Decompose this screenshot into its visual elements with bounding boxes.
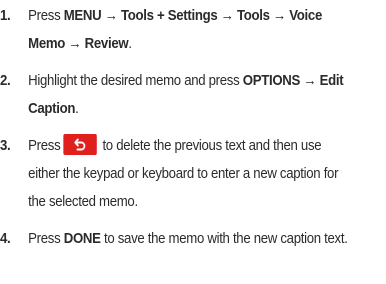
step-1: 1. Press MENU → Tools + Settings → Tools… bbox=[0, 2, 356, 58]
step-text: Press bbox=[28, 137, 61, 154]
step-text-end: to save the memo with the new caption te… bbox=[100, 230, 348, 247]
instruction-steps: 1. Press MENU → Tools + Settings → Tools… bbox=[0, 2, 386, 253]
step-3: 3. Press to delete the previous text and… bbox=[0, 132, 356, 216]
step-text-end: . bbox=[75, 100, 79, 117]
step-text-end: . bbox=[128, 35, 132, 52]
step-2: 2. Highlight the desired memo and press … bbox=[0, 67, 356, 123]
step-text: Press bbox=[28, 230, 64, 247]
step-number: 2. bbox=[0, 72, 11, 89]
back-arrow-icon bbox=[63, 134, 97, 155]
step-text: Highlight the desired memo and press bbox=[28, 72, 243, 89]
done-key-label: DONE bbox=[63, 230, 101, 247]
step-number: 1. bbox=[0, 7, 11, 24]
step-4: 4. Press DONE to save the memo with the … bbox=[0, 225, 356, 253]
step-text: Press bbox=[28, 7, 64, 24]
step-number: 4. bbox=[0, 230, 11, 247]
menu-path: MENU → Tools + Settings → Tools → Voice … bbox=[28, 7, 322, 52]
step-number: 3. bbox=[0, 137, 11, 154]
